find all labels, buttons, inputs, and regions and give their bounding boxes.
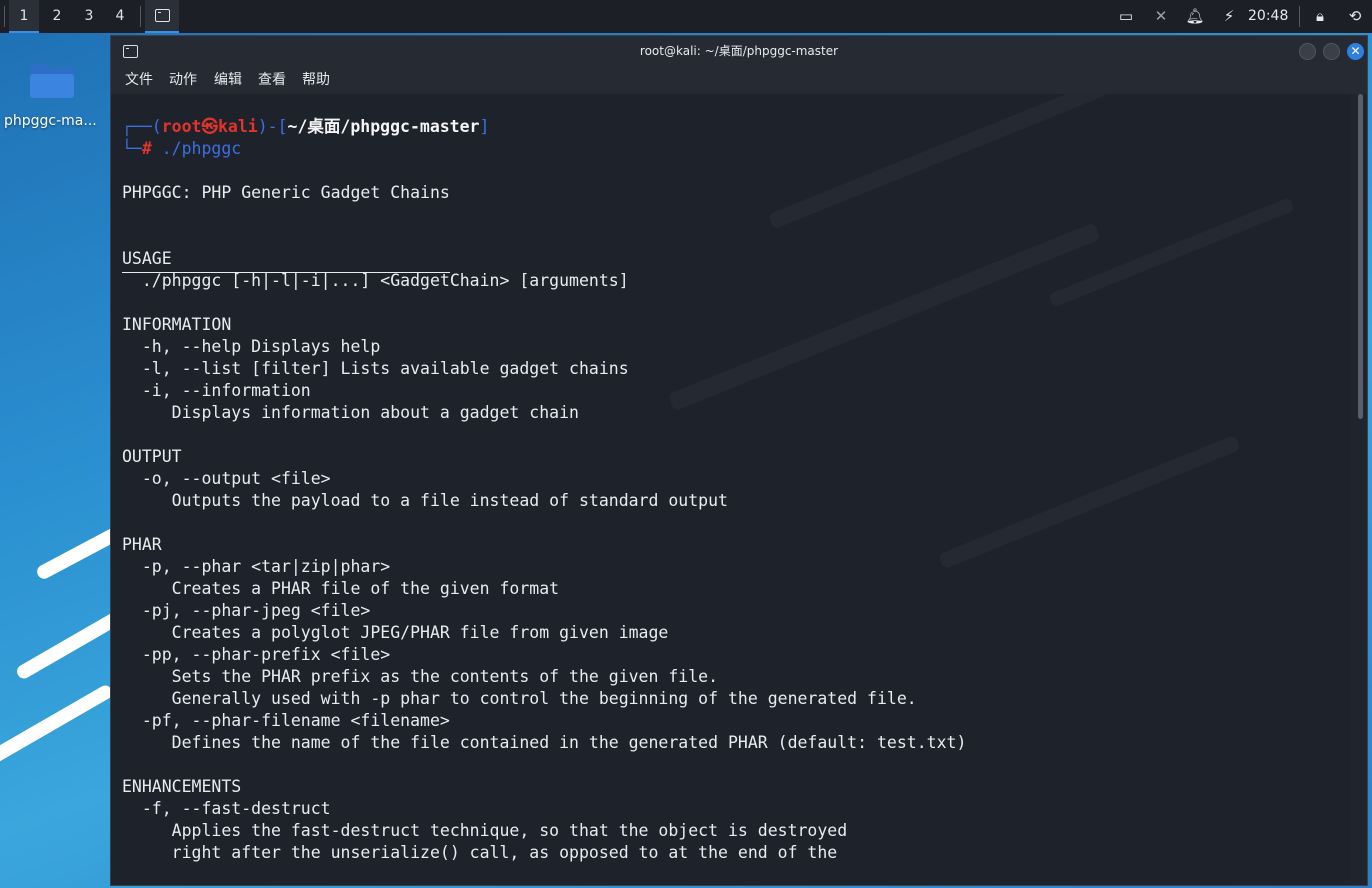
output-line: -pf, --phar-filename <filename> — [122, 711, 450, 730]
workspace-3[interactable]: 3 — [74, 0, 104, 33]
terminal-scrollbar[interactable] — [1358, 94, 1363, 419]
output-line: ENHANCEMENTS — [122, 777, 242, 796]
workspace-4[interactable]: 4 — [105, 0, 135, 33]
minimize-button[interactable] — [1299, 43, 1316, 60]
volume-muted-icon[interactable]: ✕ — [1150, 0, 1172, 33]
terminal-icon — [155, 9, 170, 22]
display-icon[interactable]: ▭ — [1116, 0, 1136, 33]
output-line: -l, --list [filter] Lists available gadg… — [122, 359, 629, 378]
output-line: -f, --fast-destruct — [122, 799, 331, 818]
menu-edit[interactable]: 编辑 — [214, 66, 242, 94]
desktop-icon-label[interactable]: phpggc-ma... — [4, 113, 97, 129]
lock-icon[interactable]: 🔒︎ — [1310, 0, 1330, 33]
output-line: PHPGGC: PHP Generic Gadget Chains — [122, 183, 450, 202]
taskbar-separator — [140, 6, 141, 27]
maximize-button[interactable] — [1323, 43, 1340, 60]
wallpaper-stripe — [0, 682, 115, 766]
output-line: -o, --output <file> — [122, 469, 331, 488]
output-line: OUTPUT — [122, 447, 182, 466]
output-line: ./phpggc [-h|-l|-i|...] <GadgetChain> [a… — [122, 271, 629, 290]
output-line: USAGE — [122, 249, 172, 268]
output-line: INFORMATION — [122, 315, 232, 334]
output-line: -p, --phar <tar|zip|phar> — [122, 557, 391, 576]
output-line: Defines the name of the file contained i… — [122, 733, 967, 752]
output-line: -pp, --phar-prefix <file> — [122, 645, 391, 664]
menu-action[interactable]: 动作 — [169, 66, 197, 94]
menu-help[interactable]: 帮助 — [302, 66, 330, 94]
power-manager-icon[interactable]: ⚡︎ — [1219, 0, 1239, 33]
window-title: root@kali: ~/桌面/phpggc-master — [639, 44, 839, 58]
window-titlebar[interactable]: root@kali: ~/桌面/phpggc-master ✕ — [111, 36, 1367, 66]
watermark-stripe — [938, 435, 1241, 570]
taskbar-separator — [1299, 6, 1300, 27]
prompt-line: ┌──(root㉿kali)-[~/桌面/phpggc-master] — [122, 117, 490, 136]
watermark-stripe — [668, 222, 1101, 411]
output-line: Sets the PHAR prefix as the contents of … — [122, 667, 719, 686]
clock[interactable]: 20:48 — [1248, 0, 1288, 33]
desktop-folder-icon[interactable] — [30, 64, 74, 98]
output-line: Generally used with -p phar to control t… — [122, 689, 917, 708]
output-line: Creates a polyglot JPEG/PHAR file from g… — [122, 623, 669, 642]
output-line: right after the unserialize() call, as o… — [122, 843, 838, 862]
logout-icon[interactable]: ⟲ — [1345, 0, 1365, 33]
taskbar-separator — [4, 6, 5, 27]
output-line: Creates a PHAR file of the given format — [122, 579, 560, 598]
menu-view[interactable]: 查看 — [258, 66, 286, 94]
output-line: -h, --help Displays help — [122, 337, 381, 356]
taskbar-terminal-button[interactable] — [145, 0, 179, 33]
output-line: Displays information about a gadget chai… — [122, 403, 579, 422]
watermark-stripe — [768, 94, 1108, 229]
close-icon: ✕ — [1350, 44, 1361, 58]
output-line: PHAR — [122, 535, 162, 554]
watermark-stripe — [1048, 197, 1294, 307]
taskbar: 1 2 3 4 ▭ ✕ 🔔︎ ⚡︎ 20:48 🔒︎ ⟲ — [0, 0, 1372, 33]
workspace-2[interactable]: 2 — [42, 0, 72, 33]
terminal-window: root@kali: ~/桌面/phpggc-master ✕ 文件 动作 编辑… — [110, 35, 1368, 886]
menubar: 文件 动作 编辑 查看 帮助 — [111, 66, 1367, 94]
output-line: -pj, --phar-jpeg <file> — [122, 601, 371, 620]
command-line: └─# ./phpggc — [122, 139, 242, 158]
wallpaper-stripe — [14, 608, 126, 682]
workspace-1[interactable]: 1 — [9, 0, 39, 33]
menu-file[interactable]: 文件 — [125, 66, 153, 94]
terminal-output[interactable]: ┌──(root㉿kali)-[~/桌面/phpggc-master] └─# … — [111, 94, 1351, 885]
notification-bell-icon[interactable]: 🔔︎ — [1185, 0, 1205, 33]
output-line: -i, --information — [122, 381, 311, 400]
close-button[interactable]: ✕ — [1347, 43, 1364, 60]
output-line: Outputs the payload to a file instead of… — [122, 491, 728, 510]
output-line: Applies the fast-destruct technique, so … — [122, 821, 848, 840]
